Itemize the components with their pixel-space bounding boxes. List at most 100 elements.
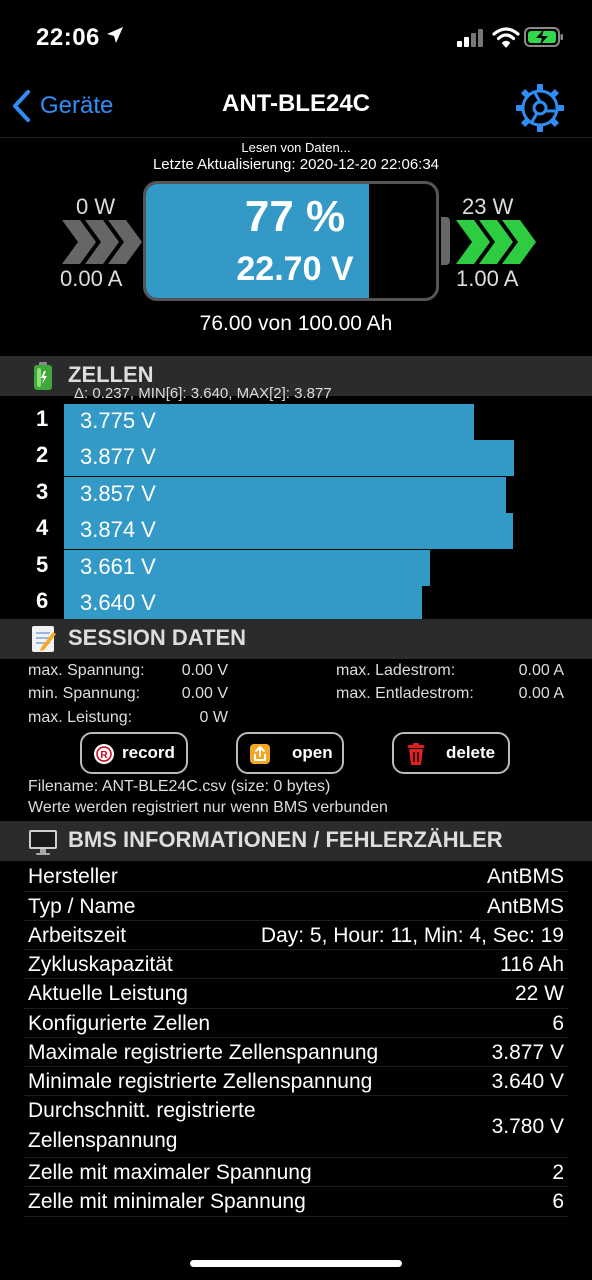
info-row: Zelle mit minimaler Spannung 6: [24, 1187, 568, 1217]
signal-icon: [457, 29, 483, 47]
input-power: 0 W: [76, 194, 116, 219]
last-update: Letzte Aktualisierung: 2020-12-20 22:06:…: [152, 156, 440, 173]
delete-button-label: delete: [446, 743, 496, 762]
cells-summary: Δ: 0.237, MIN[6]: 3.640, MAX[2]: 3.877: [74, 385, 332, 402]
min-voltage-label: min. Spannung:: [28, 685, 141, 702]
info-row: Typ / Name AntBMS: [24, 892, 568, 921]
cell-voltage: 3.877 V: [80, 444, 156, 470]
wifi-icon: [492, 27, 520, 48]
open-button[interactable]: open: [236, 732, 344, 774]
info-label: Aktuelle Leistung: [28, 982, 188, 1005]
info-label: Konfigurierte Zellen: [28, 1012, 211, 1035]
info-value: 3.877 V: [491, 1041, 564, 1064]
status-bar: 22:06: [0, 0, 592, 74]
info-label: Durchschnitt. registrierte: [28, 1099, 256, 1122]
capacity: 76.00 von 100.00 Ah: [199, 312, 393, 335]
cell-index: 1: [36, 406, 49, 431]
info-value: 116 Ah: [500, 953, 564, 976]
record-icon: R: [94, 744, 114, 764]
record-note: Werte werden registriert nur wenn BMS ve…: [28, 799, 388, 816]
info-value: 22 W: [514, 982, 564, 1005]
desktop-computer-icon: [29, 830, 57, 855]
info-label: Zelle mit maximaler Spannung: [28, 1161, 312, 1184]
info-row: Durchschnitt. registrierte Zellenspannung…: [24, 1096, 568, 1158]
info-row: Aktuelle Leistung 22 W: [24, 979, 568, 1009]
max-discharge-label: max. Entladestrom:: [336, 685, 474, 702]
record-button[interactable]: R record: [80, 732, 188, 774]
state-of-charge: 77 %: [244, 192, 346, 241]
share-icon: [250, 744, 270, 764]
input-current: 0.00 A: [60, 266, 123, 291]
info-value: 6: [552, 1012, 564, 1035]
cell-voltage: 3.775 V: [80, 408, 156, 433]
bms-info-header: BMS INFORMATIONEN / FEHLERZÄHLER: [0, 821, 592, 861]
navigation-bar: Geräte ANT-BLE24C: [0, 74, 592, 138]
location-arrow-icon: [107, 27, 123, 43]
max-voltage-value: 0.00 V: [181, 662, 228, 679]
cell-index: 6: [36, 588, 49, 613]
cell-row: 1 3.775 V: [0, 404, 592, 440]
cell-row: 3 3.857 V: [0, 476, 592, 513]
info-row: Zykluskapazität 116 Ah: [24, 950, 568, 979]
info-row: Konfigurierte Zellen 6: [24, 1009, 568, 1038]
info-value: AntBMS: [486, 865, 564, 888]
open-button-label: open: [292, 743, 333, 762]
max-voltage-label: max. Spannung:: [28, 662, 145, 679]
status-time: 22:06: [36, 24, 100, 51]
cell-index: 2: [36, 442, 49, 468]
info-value: 2: [552, 1161, 564, 1184]
info-label: Zykluskapazität: [28, 953, 173, 976]
cell-row: 5 3.661 V: [0, 549, 592, 586]
info-row: Zelle mit maximaler Spannung 2: [24, 1158, 568, 1187]
delete-button[interactable]: delete: [392, 732, 510, 774]
record-button-label: record: [122, 743, 175, 762]
max-power-label: max. Leistung:: [28, 709, 133, 726]
home-indicator[interactable]: [190, 1260, 402, 1267]
trash-icon: [408, 743, 424, 765]
filename: Filename: ANT-BLE24C.csv (size: 0 bytes): [28, 778, 331, 795]
session-title: SESSION DATEN: [68, 625, 247, 650]
pack-voltage: 22.70 V: [236, 250, 354, 288]
memo-icon: [32, 626, 56, 652]
cell-row: 6 3.640 V: [0, 586, 592, 622]
svg-text:R: R: [100, 750, 108, 761]
info-label: Typ / Name: [28, 895, 136, 918]
max-discharge-value: 0.00 A: [518, 685, 564, 702]
cell-row: 4 3.874 V: [0, 513, 592, 550]
info-row: Hersteller AntBMS: [24, 862, 568, 892]
info-value: 6: [552, 1190, 564, 1213]
bms-info-title: BMS INFORMATIONEN / FEHLERZÄHLER: [68, 827, 503, 852]
cell-voltage: 3.857 V: [80, 480, 156, 506]
info-value: 3.640 V: [491, 1070, 564, 1093]
battery-charging-icon: [524, 27, 563, 47]
min-voltage-value: 0.00 V: [181, 685, 228, 702]
chevrons-inactive-icon: [62, 220, 142, 264]
cell-voltage: 3.640 V: [80, 590, 156, 615]
info-value: 3.780 V: [491, 1115, 564, 1138]
info-row: Minimale registrierte Zellenspannung 3.64…: [24, 1067, 568, 1096]
info-label: Maximale registrierte Zellenspannung: [28, 1041, 379, 1064]
max-charge-value: 0.00 A: [518, 662, 564, 679]
output-current: 1.00 A: [456, 266, 519, 291]
info-label: Hersteller: [28, 865, 118, 888]
cell-row: 2 3.877 V: [0, 440, 592, 477]
max-charge-label: max. Ladestrom:: [336, 662, 456, 679]
page-title: ANT-BLE24C: [221, 90, 371, 117]
info-value: AntBMS: [486, 895, 564, 918]
cell-index: 3: [36, 478, 49, 504]
info-label: Minimale registrierte Zellenspannung: [28, 1070, 373, 1093]
battery-terminal: [441, 217, 450, 265]
battery-cell-icon: [34, 362, 52, 390]
max-power-value: 0 W: [199, 709, 228, 726]
battery-overview: Lesen von Daten... Letzte Aktualisierung…: [0, 138, 592, 356]
gear-icon[interactable]: [514, 82, 566, 134]
cell-index: 5: [36, 551, 49, 577]
cell-index: 4: [36, 515, 49, 541]
info-row: Arbeitszeit Day: 5, Hour: 11, Min: 4, Sec…: [24, 921, 568, 950]
info-label-continued: Zellenspannung: [28, 1129, 178, 1152]
chevrons-active-icon: [456, 220, 536, 264]
reading-status: Lesen von Daten...: [241, 140, 351, 155]
session-header: SESSION DATEN: [0, 619, 592, 659]
info-row: Maximale registrierte Zellenspannung 3.87…: [24, 1038, 568, 1067]
info-label: Zelle mit minimaler Spannung: [28, 1190, 306, 1213]
